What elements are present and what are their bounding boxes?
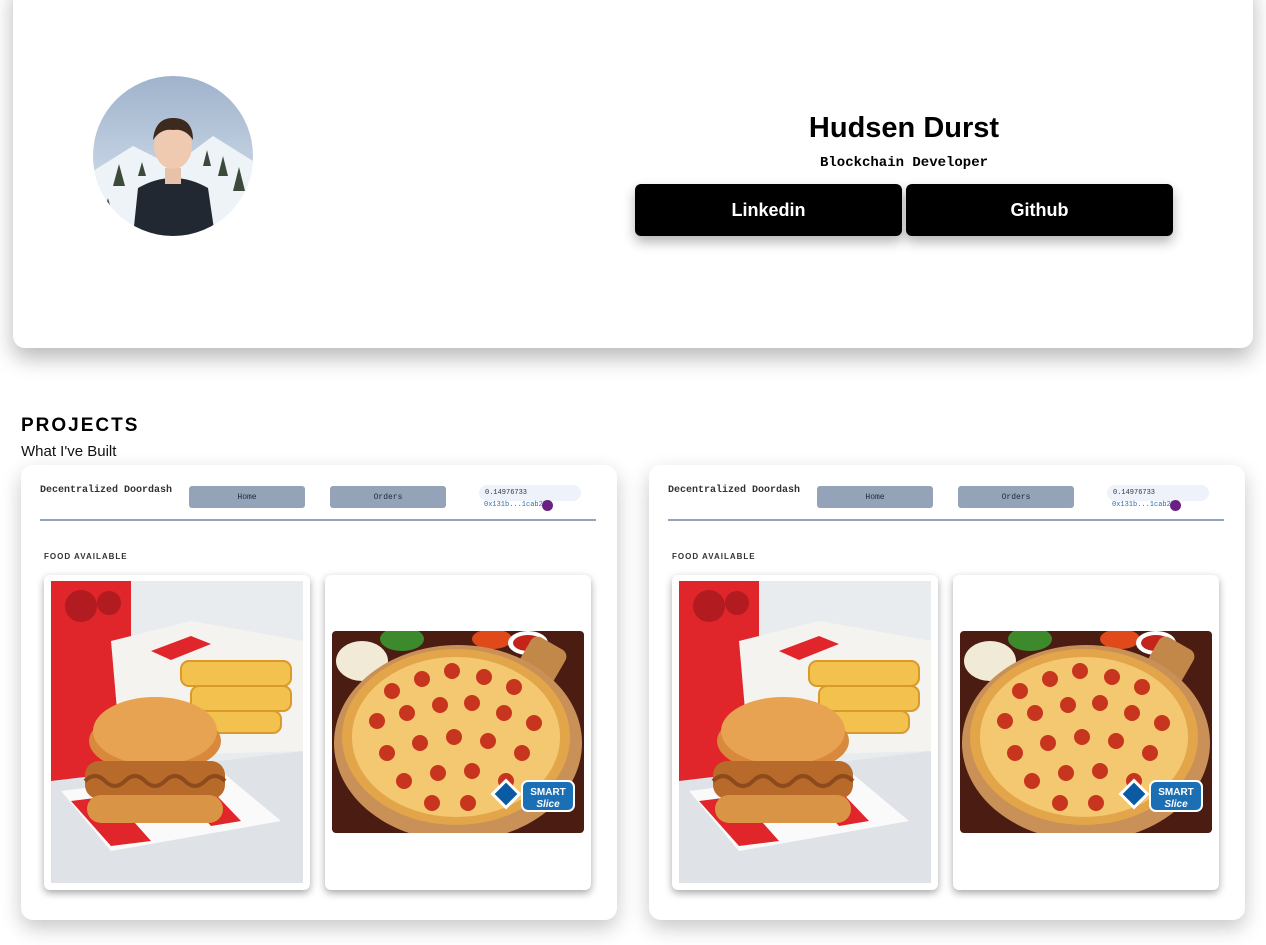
food-available-label: FOOD AVAILABLE xyxy=(672,552,756,561)
projects-heading: PROJECTS xyxy=(21,415,140,436)
food-card xyxy=(672,575,938,890)
smart-slice-logo: SMART Slice xyxy=(490,778,575,812)
chicken-sandwich-image-icon xyxy=(679,581,931,883)
food-available-label: FOOD AVAILABLE xyxy=(44,552,128,561)
project-card[interactable]: Decentralized Doordash Home Orders 0.149… xyxy=(649,465,1245,920)
smart-slice-logo: SMART Slice xyxy=(1118,778,1203,812)
food-card: SMART Slice xyxy=(953,575,1219,890)
app-title: Decentralized Doordash xyxy=(668,485,801,496)
nav-home-button: Home xyxy=(189,486,305,508)
svg-text:SMART: SMART xyxy=(1158,787,1194,798)
nav-home-button: Home xyxy=(817,486,933,508)
projects-subheading: What I've Built xyxy=(21,443,117,460)
wallet-avatar-icon xyxy=(542,500,553,511)
smart-slice-logo-text: SMART xyxy=(530,787,566,798)
food-card xyxy=(44,575,310,890)
divider xyxy=(40,519,596,521)
chicken-sandwich-image-icon xyxy=(51,581,303,883)
github-button[interactable]: Github xyxy=(906,184,1173,236)
wallet-avatar-icon xyxy=(1170,500,1181,511)
profile-name: Hudsen Durst xyxy=(808,112,1000,144)
project-card[interactable]: Decentralized Doordash Home Orders 0.149… xyxy=(21,465,617,920)
wallet-address: 0x131b...1cab27 xyxy=(1112,501,1176,509)
linkedin-button[interactable]: Linkedin xyxy=(635,184,902,236)
wallet-address: 0x131b...1cab27 xyxy=(484,501,548,509)
avatar xyxy=(93,76,253,236)
wallet-balance: 0.14976733 xyxy=(479,485,581,501)
wallet-balance: 0.14976733 xyxy=(1107,485,1209,501)
pepperoni-pizza-image-icon: SMART Slice xyxy=(332,631,584,833)
food-card: SMART Slice xyxy=(325,575,591,890)
profile-photo-icon xyxy=(93,76,253,236)
nav-orders-button: Orders xyxy=(330,486,446,508)
app-title: Decentralized Doordash xyxy=(40,485,173,496)
profile-card: Hudsen Durst Blockchain Developer Linked… xyxy=(13,0,1253,348)
pepperoni-pizza-image-icon: SMART Slice xyxy=(960,631,1212,833)
nav-orders-button: Orders xyxy=(958,486,1074,508)
divider xyxy=(668,519,1224,521)
svg-text:Slice: Slice xyxy=(1164,799,1188,810)
profile-role: Blockchain Developer xyxy=(819,155,989,171)
svg-text:Slice: Slice xyxy=(536,799,560,810)
